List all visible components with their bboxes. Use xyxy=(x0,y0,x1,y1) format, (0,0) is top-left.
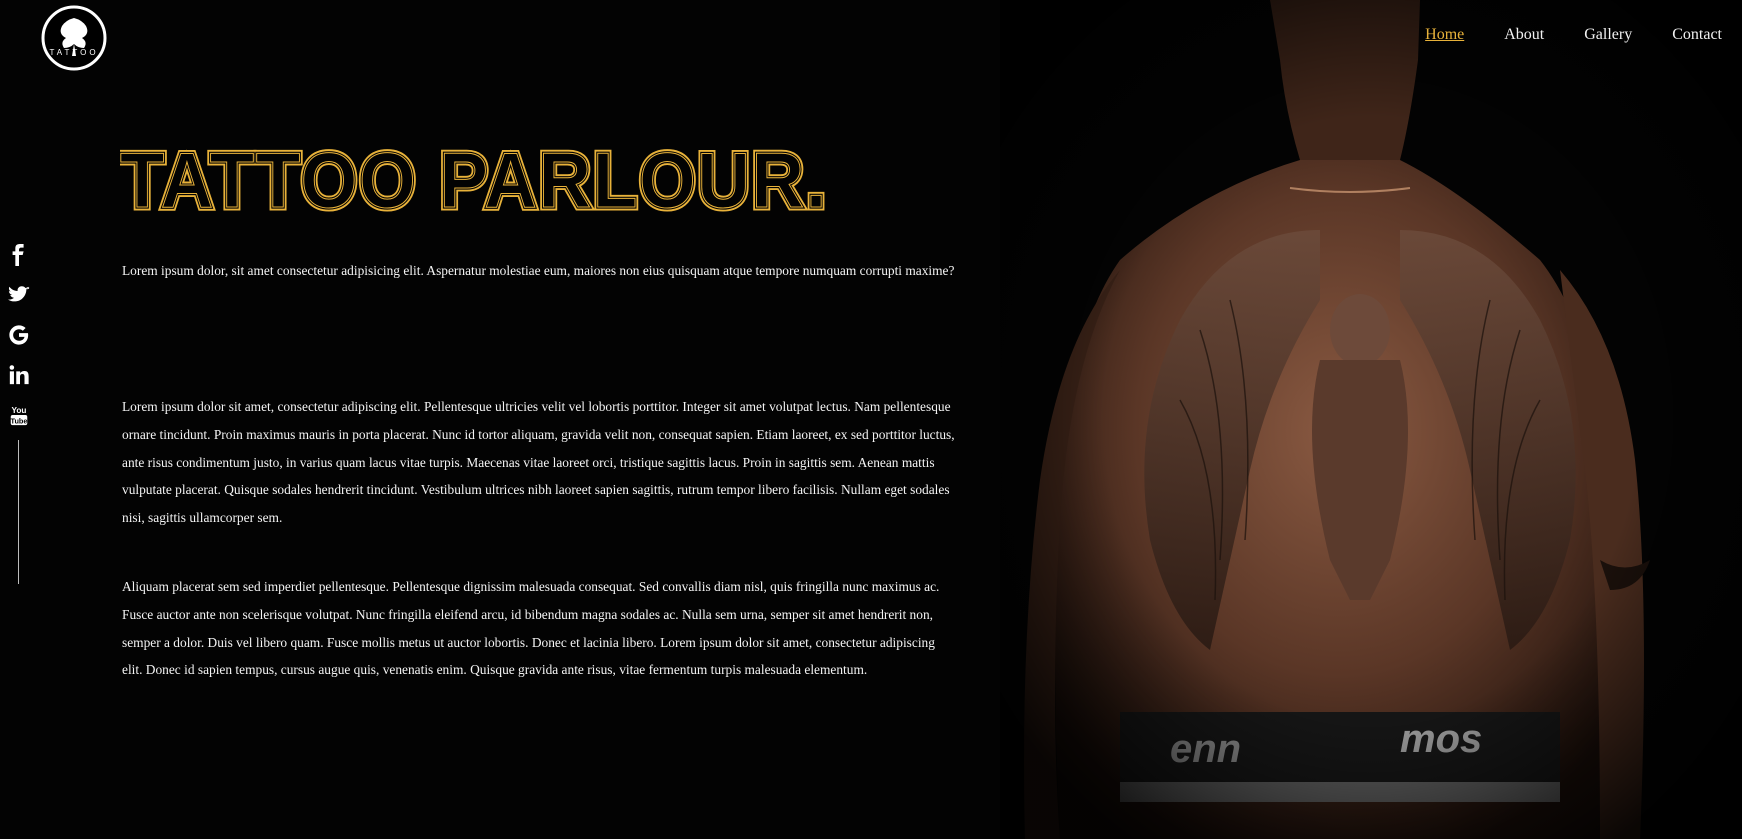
site-logo[interactable]: TATTOO xyxy=(40,4,108,72)
nav-gallery[interactable]: Gallery xyxy=(1584,26,1632,44)
page-title: TATTOO PARLOUR. TATTOO PARLOUR. TATTOO P… xyxy=(120,140,840,216)
twitter-icon[interactable] xyxy=(8,284,30,306)
youtube-icon[interactable]: You Tube xyxy=(8,404,30,426)
svg-text:Tube: Tube xyxy=(11,416,28,425)
main-nav: Home About Gallery Contact xyxy=(1425,26,1722,44)
nav-about[interactable]: About xyxy=(1504,26,1544,44)
facebook-icon[interactable] xyxy=(8,244,30,266)
google-icon[interactable] xyxy=(8,324,30,346)
logo-text: TATTOO xyxy=(49,48,98,57)
nav-home[interactable]: Home xyxy=(1425,26,1464,44)
linkedin-icon[interactable] xyxy=(8,364,30,386)
body-paragraph-1: Lorem ipsum dolor sit amet, consectetur … xyxy=(122,399,955,526)
social-divider xyxy=(18,440,19,584)
hero-photo: enn mos xyxy=(1000,0,1742,839)
svg-text:You: You xyxy=(12,406,27,415)
nav-contact[interactable]: Contact xyxy=(1672,26,1722,44)
body-paragraph-2: Aliquam placerat sem sed imperdiet pelle… xyxy=(122,579,940,678)
page-title-core: TATTOO PARLOUR. xyxy=(120,140,828,216)
intro-paragraph: Lorem ipsum dolor, sit amet consectetur … xyxy=(122,263,955,278)
social-bar: You Tube xyxy=(8,244,32,584)
